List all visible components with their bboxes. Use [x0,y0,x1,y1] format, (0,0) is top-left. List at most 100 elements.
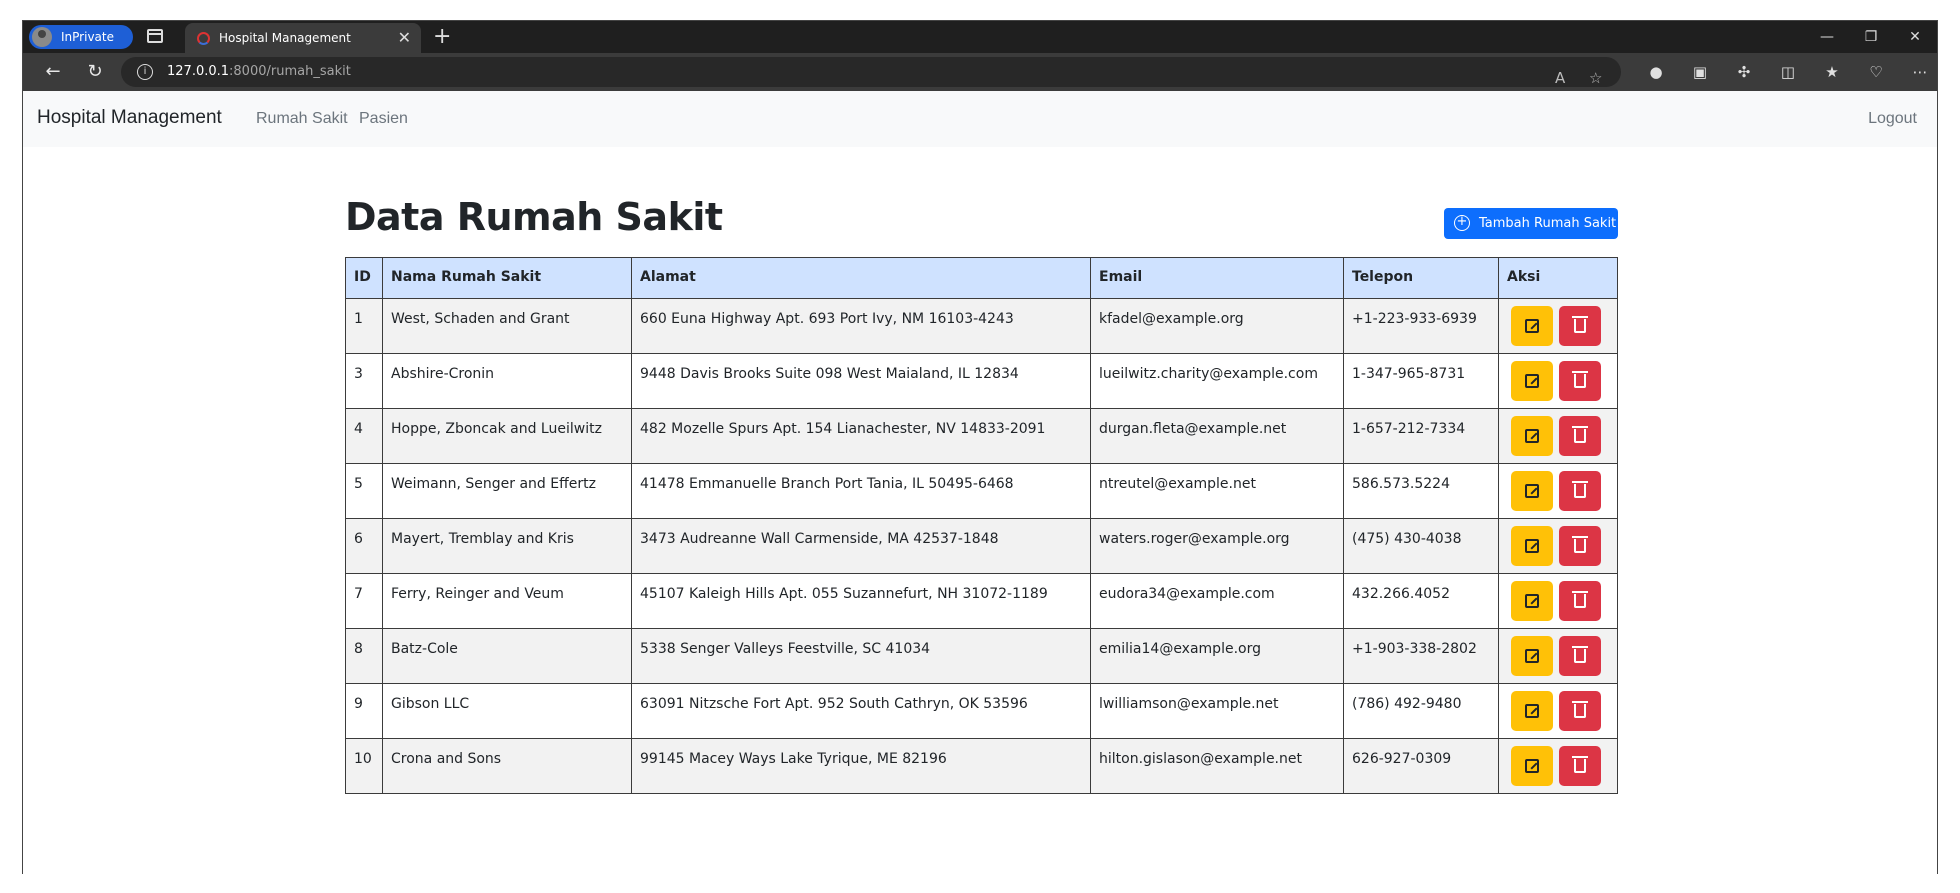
cell-email: hilton.gislason@example.net [1090,738,1344,794]
edit-icon [1525,539,1539,553]
edit-button[interactable] [1511,471,1553,511]
cell-aksi [1498,353,1618,409]
cell-telepon: (475) 430-4038 [1343,518,1499,574]
cell-telepon: +1-223-933-6939 [1343,298,1499,354]
edit-button[interactable] [1511,636,1553,676]
edit-button[interactable] [1511,361,1553,401]
cell-email: ntreutel@example.net [1090,463,1344,519]
back-icon[interactable]: ← [37,53,69,91]
restore-icon[interactable]: ❐ [1849,21,1893,53]
trash-icon [1572,371,1588,388]
edit-button[interactable] [1511,691,1553,731]
cell-nama: Batz-Cole [382,628,632,684]
cell-alamat: 99145 Macey Ways Lake Tyrique, ME 82196 [631,738,1091,794]
table-row: 1 West, Schaden and Grant 660 Euna Highway… [345,298,1618,354]
close-tab-icon[interactable]: ✕ [398,23,411,53]
inprivate-badge[interactable]: InPrivate (2) [29,25,133,68]
cell-email: kfadel@example.org [1090,298,1344,354]
cell-id: 8 [345,628,383,684]
edit-icon [1525,704,1539,718]
cell-email: lwilliamson@example.net [1090,683,1344,739]
image-extension-icon[interactable]: ▣ [1691,63,1709,81]
more-menu-icon[interactable]: ⋯ [1911,63,1929,81]
new-tab-button[interactable]: + [433,23,451,51]
hospital-table: ID Nama Rumah Sakit Alamat Email Telepon… [345,257,1618,794]
refresh-icon[interactable]: ↻ [79,53,111,91]
table-row: 9 Gibson LLC 63091 Nitzsche Fort Apt. 952 … [345,683,1618,739]
cell-id: 3 [345,353,383,409]
delete-button[interactable] [1559,581,1601,621]
extension-icon[interactable]: ● [1647,63,1665,81]
tab-actions-icon[interactable] [147,29,163,43]
edit-button[interactable] [1511,526,1553,566]
navbar-brand[interactable]: Hospital Management [37,107,222,129]
cell-telepon: 432.266.4052 [1343,573,1499,629]
delete-button[interactable] [1559,306,1601,346]
nav-link-pasien[interactable]: Pasien [359,110,408,128]
trash-icon [1572,756,1588,773]
extensions-puzzle-icon[interactable]: ✣ [1735,63,1753,81]
cell-alamat: 482 Mozelle Spurs Apt. 154 Lianachester,… [631,408,1091,464]
read-aloud-icon[interactable]: A [1555,63,1565,93]
profile-avatar-icon [32,27,52,47]
delete-button[interactable] [1559,471,1601,511]
cell-aksi [1498,408,1618,464]
table-header-row: ID Nama Rumah Sakit Alamat Email Telepon… [345,257,1618,299]
trash-icon [1572,701,1588,718]
cell-aksi [1498,738,1618,794]
url-host: 127.0.0.1 [167,64,230,79]
cell-telepon: 1-657-212-7334 [1343,408,1499,464]
cell-alamat: 9448 Davis Brooks Suite 098 West Maialan… [631,353,1091,409]
cell-nama: Hoppe, Zboncak and Lueilwitz [382,408,632,464]
tab-title: Hospital Management [219,31,351,45]
edit-button[interactable] [1511,581,1553,621]
cell-email: eudora34@example.com [1090,573,1344,629]
cell-telepon: +1-903-338-2802 [1343,628,1499,684]
table-row: 6 Mayert, Tremblay and Kris 3473 Audreanne… [345,518,1618,574]
cell-alamat: 5338 Senger Valleys Feestville, SC 41034 [631,628,1091,684]
cell-nama: West, Schaden and Grant [382,298,632,354]
cell-nama: Crona and Sons [382,738,632,794]
trash-icon [1572,536,1588,553]
add-hospital-button[interactable]: + Tambah Rumah Sakit [1444,208,1618,239]
edit-icon [1525,374,1539,388]
browser-essentials-icon[interactable]: ♡ [1867,63,1885,81]
browser-toolbar: ← ↻ i 127.0.0.1:8000/rumah_sakit A ☆ ● ▣… [23,53,1937,91]
favorite-star-icon[interactable]: ☆ [1589,63,1602,93]
cell-aksi [1498,628,1618,684]
cell-email: lueilwitz.charity@example.com [1090,353,1344,409]
favicon-icon [197,32,210,45]
nav-link-rumah-sakit[interactable]: Rumah Sakit [256,110,348,128]
delete-button[interactable] [1559,636,1601,676]
favorites-icon[interactable]: ★ [1823,63,1841,81]
split-screen-icon[interactable]: ◫ [1779,63,1797,81]
address-bar[interactable]: i 127.0.0.1:8000/rumah_sakit A ☆ [121,57,1621,87]
cell-id: 6 [345,518,383,574]
site-info-icon[interactable]: i [137,64,153,80]
tab-hospital-management[interactable]: Hospital Management ✕ [185,23,421,53]
edit-button[interactable] [1511,746,1553,786]
trash-icon [1572,316,1588,333]
edit-icon [1525,649,1539,663]
edit-icon [1525,594,1539,608]
delete-button[interactable] [1559,416,1601,456]
header-id: ID [345,257,383,299]
edit-button[interactable] [1511,416,1553,456]
trash-icon [1572,646,1588,663]
minimize-icon[interactable]: — [1805,21,1849,53]
cell-id: 9 [345,683,383,739]
delete-button[interactable] [1559,361,1601,401]
cell-alamat: 660 Euna Highway Apt. 693 Port Ivy, NM 1… [631,298,1091,354]
cell-telepon: 1-347-965-8731 [1343,353,1499,409]
delete-button[interactable] [1559,526,1601,566]
delete-button[interactable] [1559,691,1601,731]
close-window-icon[interactable]: ✕ [1893,21,1937,53]
edit-button[interactable] [1511,306,1553,346]
table-row: 10 Crona and Sons 99145 Macey Ways Lake Ty… [345,738,1618,794]
header-email: Email [1090,257,1344,299]
cell-email: durgan.fleta@example.net [1090,408,1344,464]
logout-link[interactable]: Logout [1868,110,1917,128]
table-row: 5 Weimann, Senger and Effertz 41478 Emmanu… [345,463,1618,519]
cell-aksi [1498,463,1618,519]
delete-button[interactable] [1559,746,1601,786]
